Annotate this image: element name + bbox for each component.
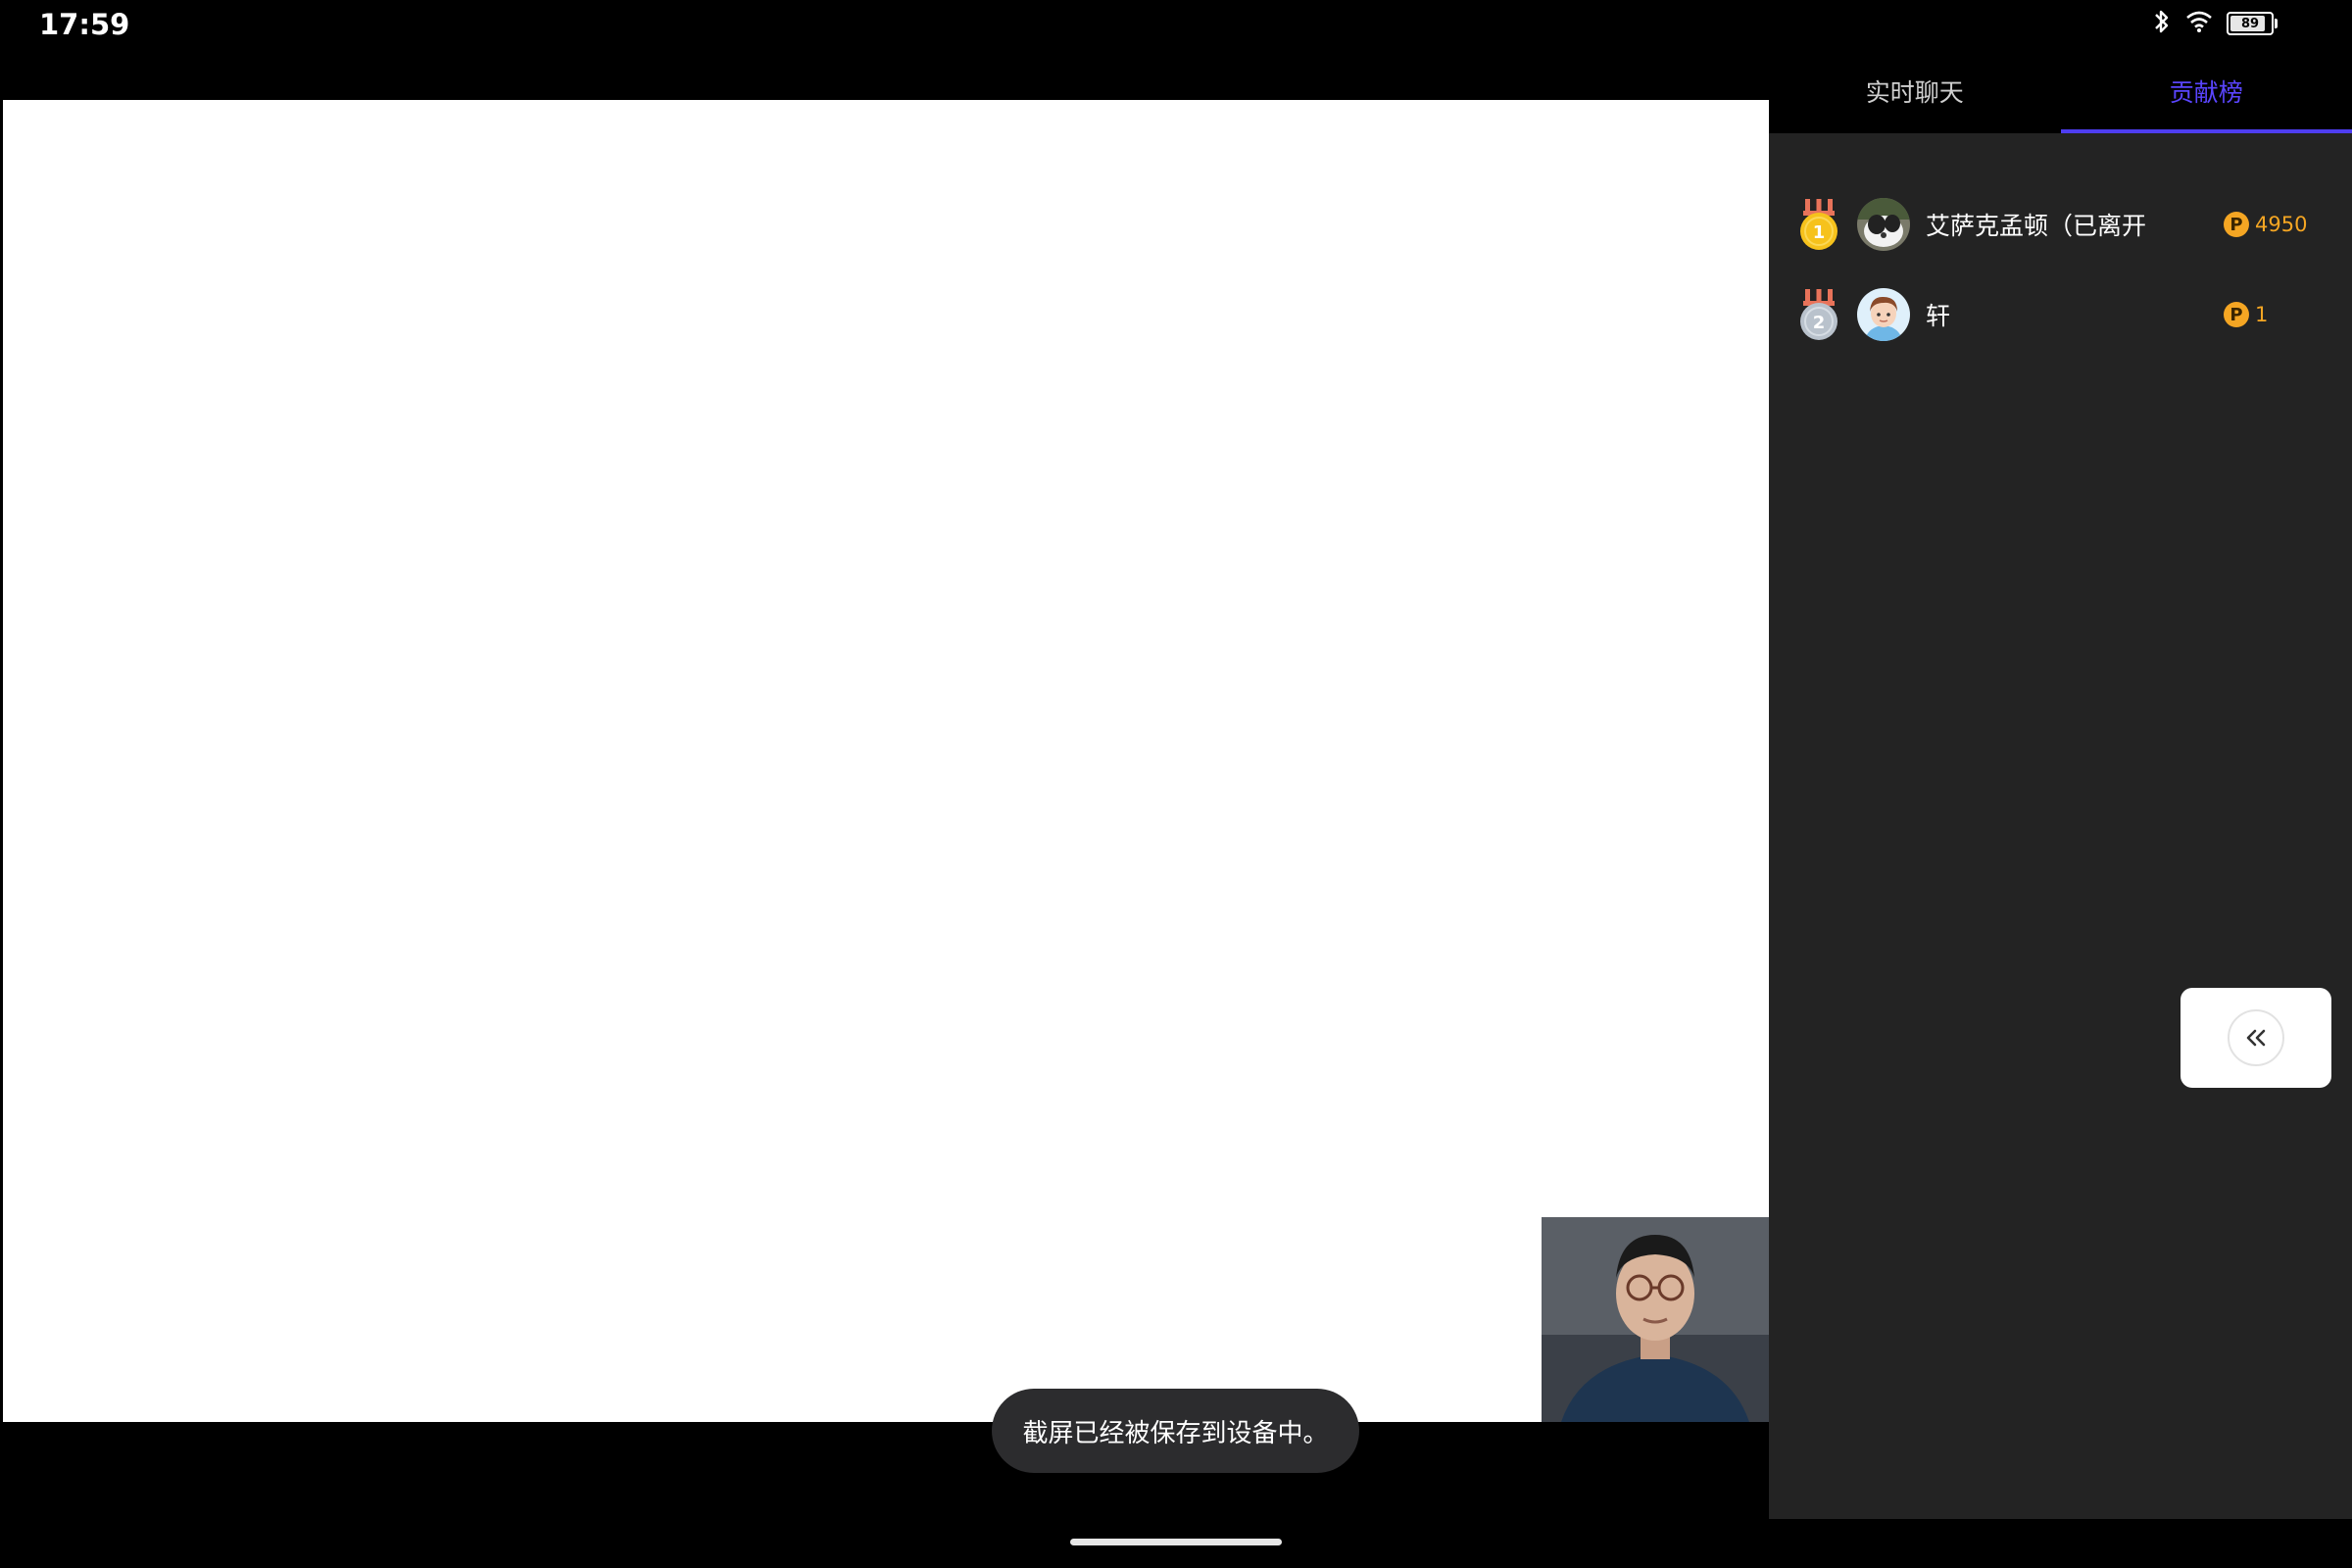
avatar[interactable] <box>1857 288 1910 341</box>
screenshot-toast: 截屏已经被保存到设备中。 <box>992 1389 1359 1473</box>
battery-icon: 89 <box>2227 12 2278 35</box>
status-icons: 89 <box>2152 8 2278 39</box>
medal-rank: 1 <box>1813 222 1826 243</box>
medal-rank: 2 <box>1813 313 1826 333</box>
double-chevron-left-icon <box>2228 1009 2284 1066</box>
gold-medal-icon: 1 <box>1798 197 1839 252</box>
avatar[interactable] <box>1857 198 1910 251</box>
coin-icon: P <box>2224 212 2249 237</box>
contribution-list: 1 艾萨克孟顿（已离开 P 4950 2 轩 P 1 <box>1769 133 2352 1519</box>
clock: 17:59 <box>39 8 130 41</box>
points-value: 1 <box>2255 303 2269 326</box>
contributor-name: 轩 <box>1926 302 1951 330</box>
status-bar: 17:59 89 <box>0 0 2352 49</box>
tab-bar: 实时聊天 贡献榜 <box>1769 49 2352 133</box>
points: P 1 <box>2224 302 2268 327</box>
battery-level: 89 <box>2240 16 2260 31</box>
list-item: 2 轩 P 1 <box>1769 280 2352 349</box>
home-indicator[interactable] <box>1070 1539 1282 1545</box>
points: P 4950 <box>2224 212 2307 237</box>
teacher-video[interactable] <box>1542 1217 1769 1422</box>
wifi-icon <box>2185 10 2213 37</box>
side-panel: 实时聊天 贡献榜 1 艾萨克孟顿（已离开 P 4950 2 轩 P 1 <box>1769 49 2352 1519</box>
bluetooth-icon <box>2152 8 2172 39</box>
tab-contribution-board[interactable]: 贡献榜 <box>2060 49 2352 133</box>
tab-live-chat[interactable]: 实时聊天 <box>1769 49 2061 133</box>
collapse-panel-button[interactable] <box>2180 988 2331 1088</box>
coin-icon: P <box>2224 302 2249 327</box>
silver-medal-icon: 2 <box>1798 287 1839 342</box>
contributor-name: 艾萨克孟顿（已离开 <box>1926 212 2147 240</box>
points-value: 4950 <box>2255 213 2308 236</box>
whiteboard[interactable] <box>3 100 1769 1422</box>
list-item: 1 艾萨克孟顿（已离开 P 4950 <box>1769 190 2352 259</box>
teacher-video-image <box>1542 1217 1769 1422</box>
